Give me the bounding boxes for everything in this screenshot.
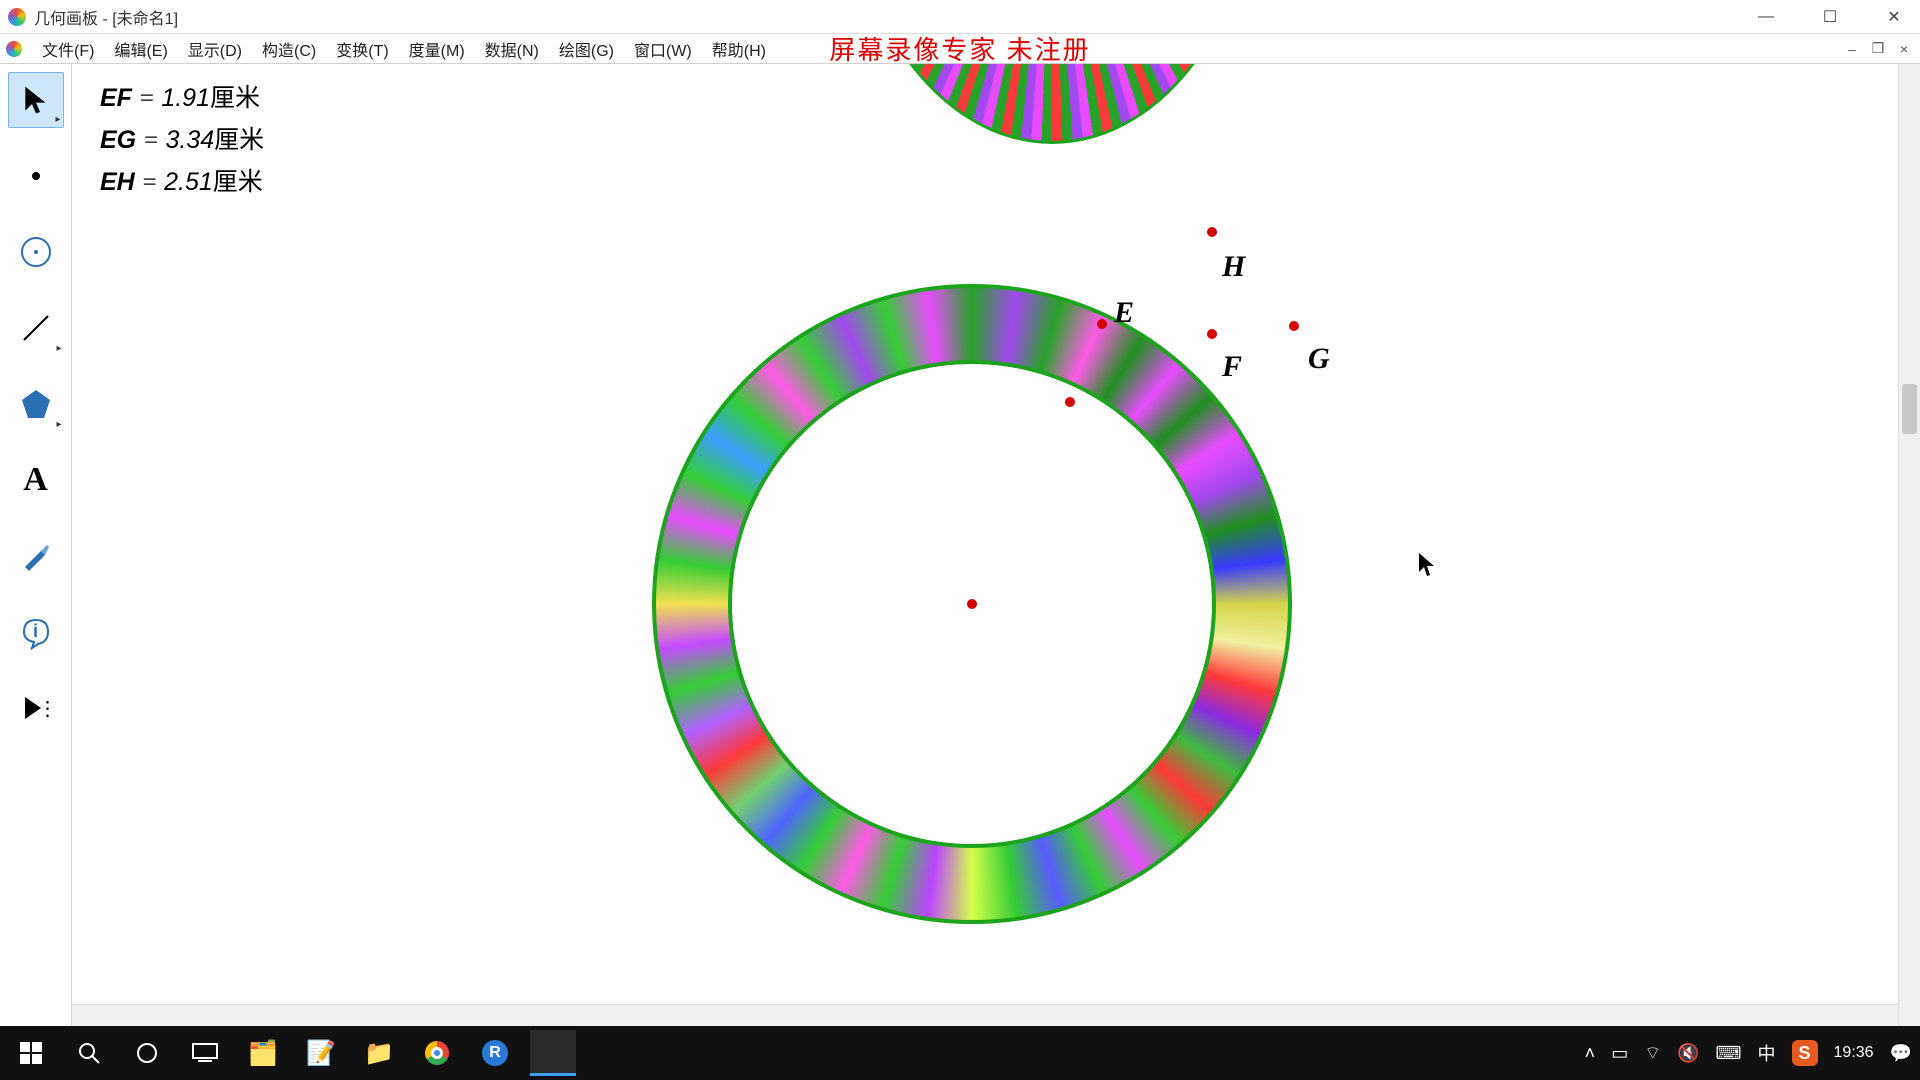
chrome-icon [425, 1041, 449, 1065]
menu-file[interactable]: 文件(F) [32, 33, 104, 65]
tray-clock[interactable]: 19:36 [1834, 1044, 1874, 1062]
label-g[interactable]: G [1308, 342, 1330, 376]
drawing-canvas[interactable]: EF = 1.91厘米 EG = 3.34厘米 EH = 2.51厘米 E H [72, 64, 1920, 1026]
doc-icon [6, 41, 22, 57]
label-f[interactable]: F [1222, 350, 1242, 384]
label-h[interactable]: H [1222, 250, 1245, 284]
tool-arrow[interactable]: ▸ [8, 72, 64, 128]
gsp-icon [542, 1041, 564, 1063]
work-area: ▸ ▸ ▸ A i ⋮ EF = [0, 64, 1920, 1026]
dots-icon: ⋮ [38, 696, 58, 721]
point-g[interactable] [1289, 321, 1299, 331]
app-icon [8, 8, 26, 26]
taskbar-r-app[interactable]: R [472, 1030, 518, 1076]
start-button[interactable] [8, 1030, 54, 1076]
tool-compass[interactable] [8, 224, 64, 280]
close-button[interactable]: ✕ [1876, 3, 1912, 31]
menu-graph[interactable]: 绘图(G) [549, 33, 624, 65]
tray-wifi-icon[interactable]: ⌔ [1644, 1042, 1661, 1065]
tray-ime[interactable]: 中 [1758, 1040, 1776, 1066]
search-button[interactable] [66, 1030, 112, 1076]
menu-construct[interactable]: 构造(C) [252, 33, 326, 65]
r-icon: R [482, 1040, 508, 1066]
minimize-button[interactable]: — [1748, 3, 1784, 31]
watermark-banner: 屏幕录像专家 未注册 [829, 30, 1090, 67]
tool-point[interactable] [8, 148, 64, 204]
taskview-button[interactable] [182, 1030, 228, 1076]
mouse-cursor-icon [1417, 552, 1437, 584]
vertical-scrollbar[interactable] [1898, 64, 1920, 1026]
point-h[interactable] [1207, 227, 1217, 237]
text-icon: A [23, 461, 48, 499]
svg-text:i: i [33, 621, 38, 641]
point-center[interactable] [967, 599, 977, 609]
taskbar-explorer[interactable]: 📁 [356, 1030, 402, 1076]
mdi-close-button[interactable]: × [1894, 40, 1914, 58]
window-title: 几何画板 - [未命名1] [34, 5, 178, 29]
windows-taskbar: 🗂️ 📝 📁 R ˄ ▭ ⌔ 🔇 ⌨ 中 S 19:36 💬 [0, 1026, 1920, 1080]
tray-volume-icon[interactable]: 🔇 [1677, 1043, 1699, 1064]
cortana-button[interactable] [124, 1030, 170, 1076]
horizontal-scrollbar[interactable] [72, 1004, 1898, 1026]
menu-display[interactable]: 显示(D) [178, 33, 252, 65]
measurement-eg[interactable]: EG = 3.34厘米 [100, 120, 264, 156]
point-inner[interactable] [1065, 397, 1075, 407]
tray-keyboard-icon[interactable]: ⌨ [1716, 1043, 1742, 1064]
mdi-restore-button[interactable]: ❐ [1868, 40, 1888, 58]
top-arc-shape [892, 64, 1202, 144]
taskbar-gsp[interactable] [530, 1030, 576, 1076]
menu-bar: 文件(F) 编辑(E) 显示(D) 构造(C) 变换(T) 度量(M) 数据(N… [0, 34, 1920, 64]
menu-transform[interactable]: 变换(T) [326, 33, 398, 65]
submenu-indicator-icon: ▸ [56, 343, 61, 354]
tool-line[interactable]: ▸ [8, 300, 64, 356]
measurement-ef[interactable]: EF = 1.91厘米 [100, 78, 260, 114]
tool-polygon[interactable]: ▸ [8, 376, 64, 432]
tray-chevron-icon[interactable]: ˄ [1585, 1043, 1596, 1064]
menu-edit[interactable]: 编辑(E) [104, 33, 177, 65]
tray-sogou-icon[interactable]: S [1792, 1040, 1818, 1066]
tool-info[interactable]: i [8, 604, 64, 660]
point-f[interactable] [1207, 329, 1217, 339]
menu-window[interactable]: 窗口(W) [624, 33, 702, 65]
measurement-eh[interactable]: EH = 2.51厘米 [100, 162, 263, 198]
menu-measure[interactable]: 度量(M) [399, 33, 475, 65]
tray-battery-icon[interactable]: ▭ [1611, 1043, 1628, 1064]
point-e[interactable] [1097, 319, 1107, 329]
maximize-button[interactable]: ☐ [1812, 3, 1848, 31]
taskbar-chrome[interactable] [414, 1030, 460, 1076]
tray-notifications-icon[interactable]: 💬 [1890, 1043, 1912, 1064]
menu-help[interactable]: 帮助(H) [702, 33, 776, 65]
tool-custom[interactable]: ⋮ [8, 680, 64, 736]
tool-palette: ▸ ▸ ▸ A i ⋮ [0, 64, 72, 1026]
submenu-indicator-icon: ▸ [56, 419, 61, 430]
taskbar-app-1[interactable]: 🗂️ [240, 1030, 286, 1076]
label-e[interactable]: E [1114, 296, 1134, 330]
window-titlebar: 几何画板 - [未命名1] — ☐ ✕ [0, 0, 1920, 34]
tool-marker[interactable] [8, 528, 64, 584]
tool-text[interactable]: A [8, 452, 64, 508]
mdi-minimize-button[interactable]: – [1842, 40, 1862, 58]
taskbar-app-2[interactable]: 📝 [298, 1030, 344, 1076]
submenu-indicator-icon: ▸ [55, 114, 60, 125]
menu-data[interactable]: 数据(N) [475, 33, 549, 65]
